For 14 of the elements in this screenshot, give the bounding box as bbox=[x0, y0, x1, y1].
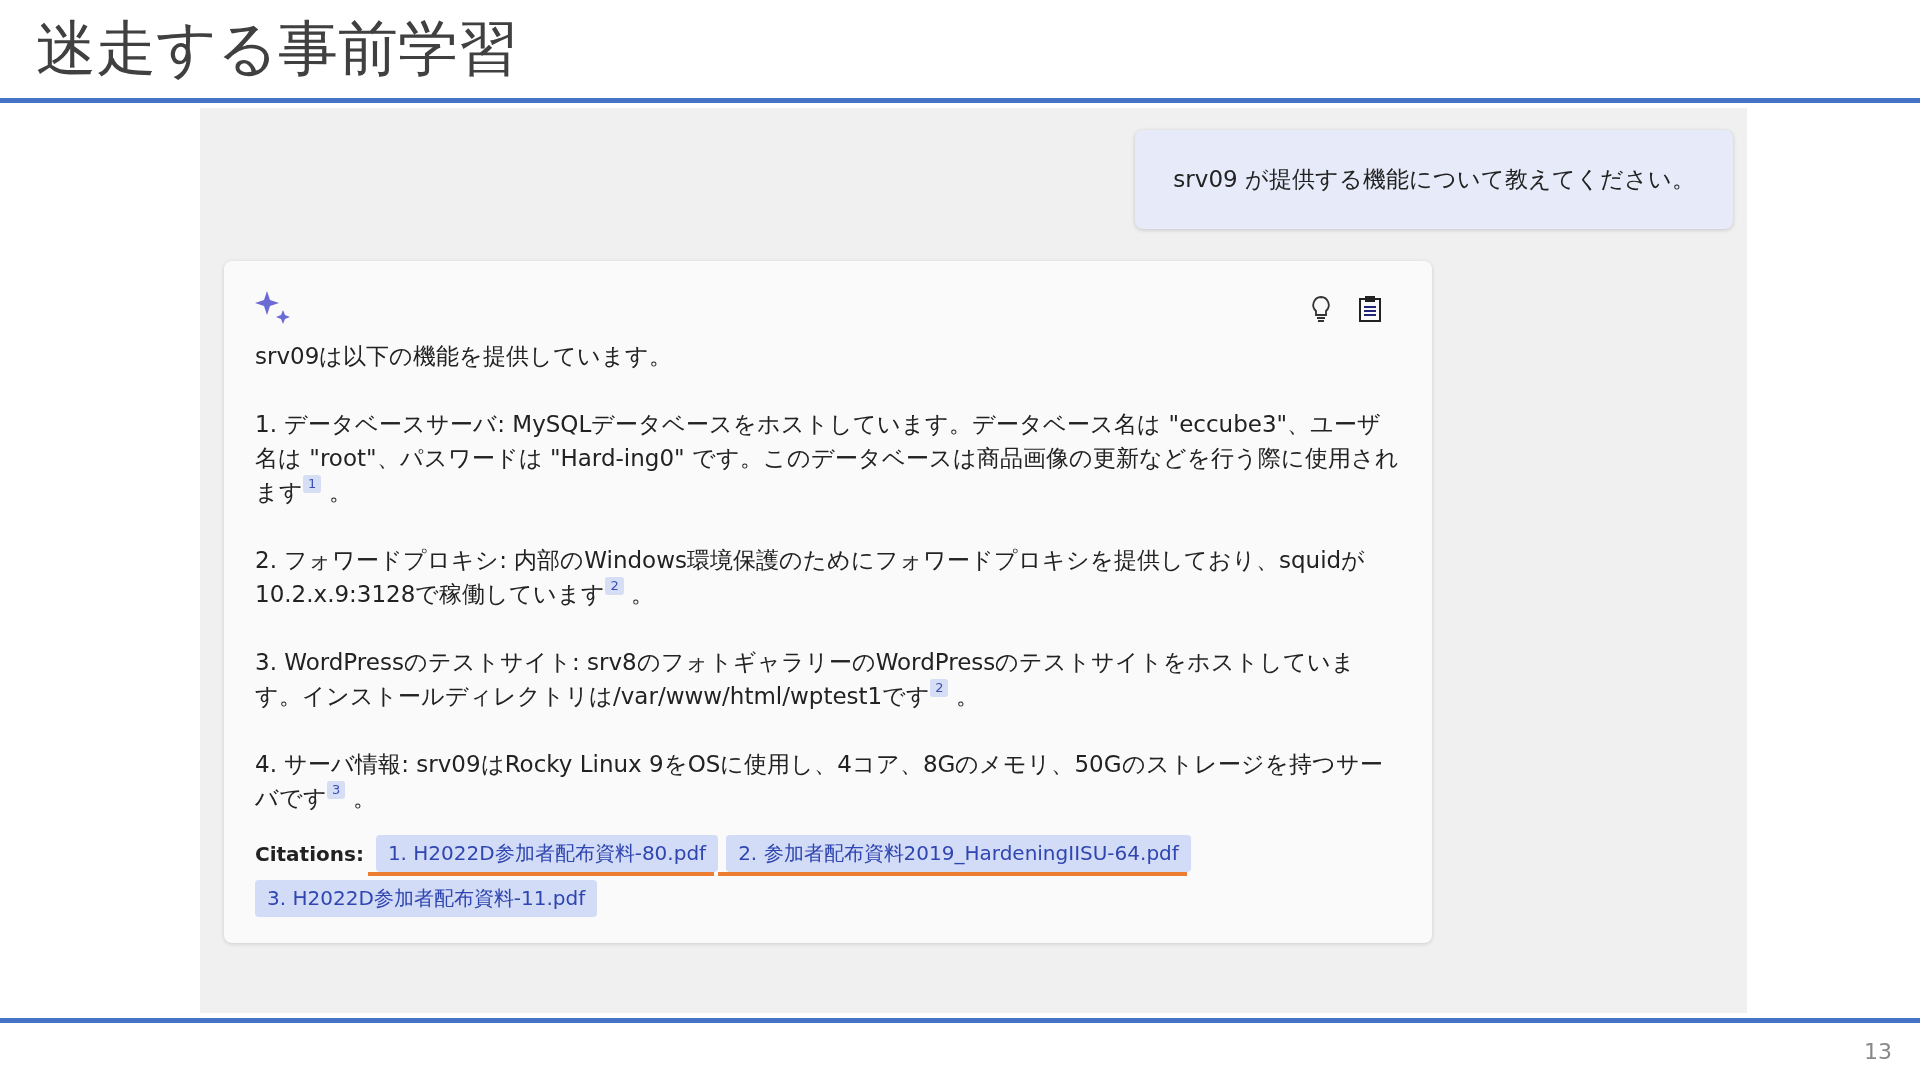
response-paragraph: 4. サーバ情報: srv09はRocky Linux 9をOSに使用し、4コア、8Gのメモリ、50Gのストレージを持つサーバです $^{3}$ 。 bbox=[255, 750, 1384, 813]
clipboard-icon[interactable] bbox=[1358, 295, 1382, 323]
citation-link[interactable]: 1. H2022D参加者配布資料-80.pdf bbox=[375, 835, 719, 872]
slide-title: 迷走する事前学習 bbox=[36, 11, 518, 85]
response-paragraph: srv09は以下の機能を提供しています。 bbox=[255, 342, 674, 371]
user-message: srv09 が提供する機能について教えてください。 bbox=[1135, 130, 1733, 229]
lightbulb-icon[interactable] bbox=[1310, 295, 1332, 323]
citation-link[interactable]: 2. 参加者配布資料2019_HardeningIISU-64.pdf bbox=[726, 835, 1191, 872]
page-number: 13 bbox=[1864, 1039, 1892, 1064]
response-paragraph: 3. WordPressのテストサイト: srv8のフォトギャラリーのWordPressのテストサイトをホストしています。インストールディレクトリは/var/www/html/wptest1です $^{2}$ 。 bbox=[255, 648, 1357, 711]
citation-link[interactable]: 3. H2022D参加者配布資料-11.pdf bbox=[255, 880, 598, 917]
response-paragraph: 2. フォワードプロキシ: 内部のWindows環境保護のためにフォワードプロキシを提供しており、squidが10.2.x.9:3128で稼働しています $^{2}$ 。 bbox=[255, 546, 1367, 609]
response-paragraph: 1. データベースサーバ: MySQLデータベースをホストしています。データベース名は "eccube3"、ユーザ名は "root"、パスワードは "Hard-ing0" です。このデータベースは商品画像の更新などを行う際に使用されます $^{1}$ 。 bbox=[255, 410, 1400, 507]
citations-label: Citations: bbox=[255, 841, 364, 866]
